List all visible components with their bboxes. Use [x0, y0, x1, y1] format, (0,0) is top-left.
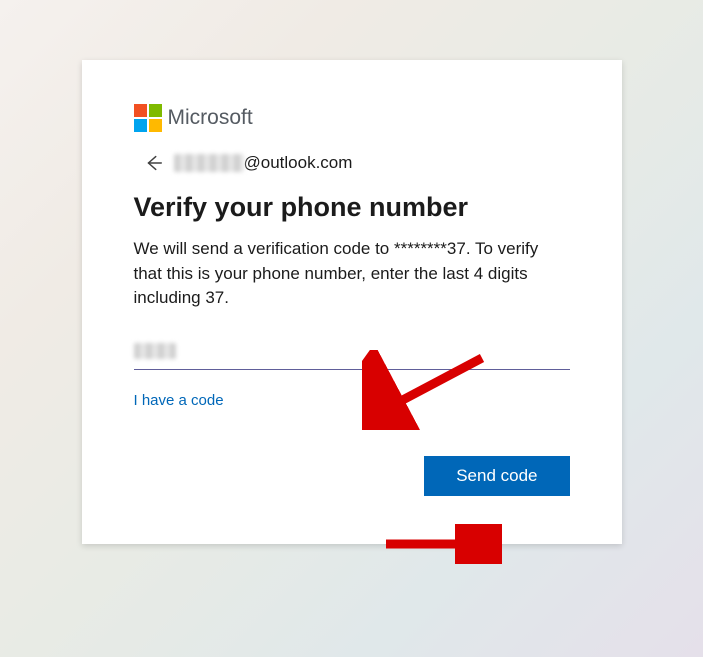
redacted-input-value — [134, 343, 176, 359]
microsoft-logo-icon — [134, 104, 162, 132]
have-code-link[interactable]: I have a code — [134, 392, 224, 409]
phone-digits-input[interactable] — [134, 337, 570, 370]
send-code-button[interactable]: Send code — [424, 456, 569, 496]
verification-description: We will send a verification code to ****… — [134, 237, 570, 311]
brand-row: Microsoft — [134, 104, 570, 132]
verification-card: Microsoft @outlook.com Verify your phone… — [82, 60, 622, 544]
email-suffix: @outlook.com — [244, 153, 353, 173]
annotation-arrow-icon — [382, 524, 502, 564]
account-identity-row: @outlook.com — [142, 152, 570, 174]
back-arrow-icon[interactable] — [142, 152, 164, 174]
redacted-email-prefix — [174, 154, 244, 172]
page-title: Verify your phone number — [134, 192, 570, 223]
account-email: @outlook.com — [174, 153, 353, 173]
brand-name: Microsoft — [168, 106, 253, 130]
